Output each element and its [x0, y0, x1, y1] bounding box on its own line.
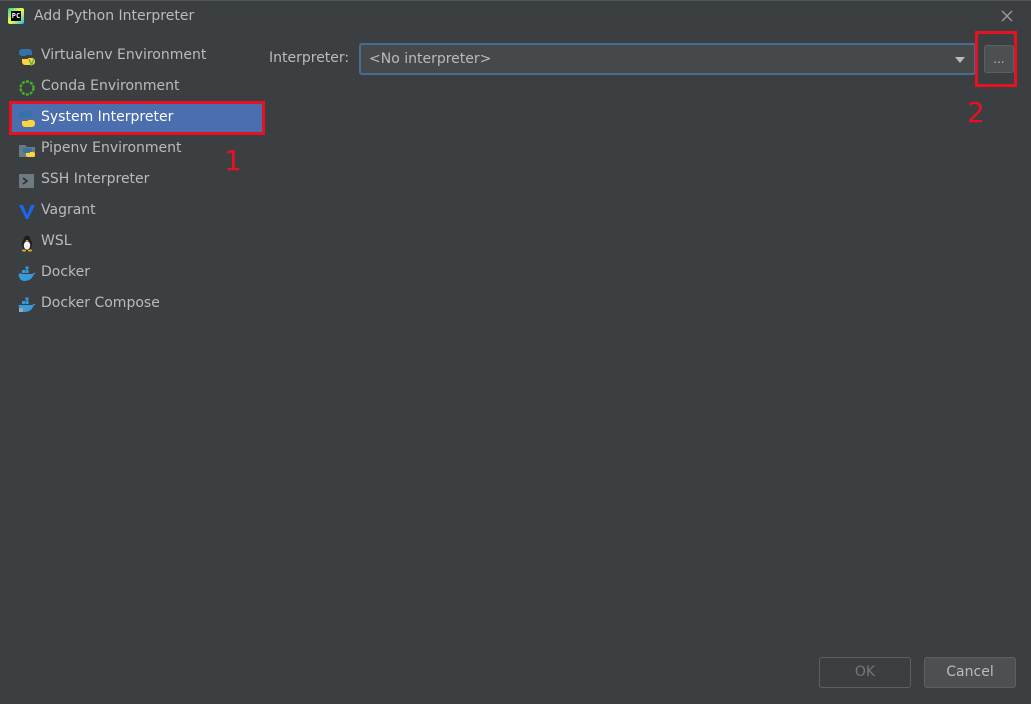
- ok-button[interactable]: OK: [819, 657, 911, 688]
- cancel-button[interactable]: Cancel: [924, 657, 1016, 688]
- sidebar-item-virtualenv[interactable]: Virtualenv Environment: [12, 42, 262, 70]
- browse-interpreter-button[interactable]: ...: [984, 45, 1014, 73]
- sidebar-item-docker-compose[interactable]: Docker Compose: [12, 290, 262, 318]
- ssh-terminal-icon: [19, 174, 34, 188]
- python-virtualenv-icon: [19, 49, 35, 66]
- sidebar-item-label: Pipenv Environment: [41, 140, 182, 156]
- sidebar-item-label: Virtualenv Environment: [41, 47, 207, 63]
- linux-penguin-icon: [22, 235, 32, 252]
- interpreter-select[interactable]: <No interpreter>: [359, 43, 976, 75]
- annotation-marker-1: 1: [224, 144, 242, 177]
- annotation-marker-2: 2: [967, 96, 985, 129]
- sidebar-item-docker[interactable]: Docker: [12, 259, 262, 287]
- sidebar-item-label: WSL: [41, 233, 72, 249]
- sidebar-item-wsl[interactable]: WSL: [12, 228, 262, 256]
- sidebar-item-label: Docker: [41, 264, 91, 280]
- sidebar-item-label: Vagrant: [41, 202, 96, 218]
- window-title: Add Python Interpreter: [34, 8, 195, 24]
- chevron-down-icon[interactable]: [954, 56, 966, 64]
- conda-icon: [19, 80, 35, 96]
- sidebar-item-vagrant[interactable]: Vagrant: [12, 197, 262, 225]
- python-icon: [19, 111, 35, 127]
- sidebar-item-label: Docker Compose: [41, 295, 160, 311]
- sidebar-item-label: SSH Interpreter: [41, 171, 150, 187]
- interpreter-label: Interpreter:: [269, 50, 350, 66]
- pycharm-logo-icon: PC: [8, 8, 24, 24]
- docker-compose-icon: [18, 297, 36, 312]
- sidebar-item-label: Conda Environment: [41, 78, 180, 94]
- sidebar-item-label: System Interpreter: [41, 109, 174, 125]
- title-bar: PC Add Python Interpreter: [0, 0, 1031, 32]
- pipenv-icon: [19, 145, 35, 157]
- sidebar-item-conda[interactable]: Conda Environment: [12, 73, 262, 101]
- docker-icon: [18, 266, 36, 281]
- interpreter-select-value: <No interpreter>: [369, 51, 492, 67]
- close-icon[interactable]: [999, 8, 1015, 24]
- sidebar-item-system-interpreter[interactable]: System Interpreter: [9, 101, 265, 135]
- vagrant-icon: [19, 205, 35, 219]
